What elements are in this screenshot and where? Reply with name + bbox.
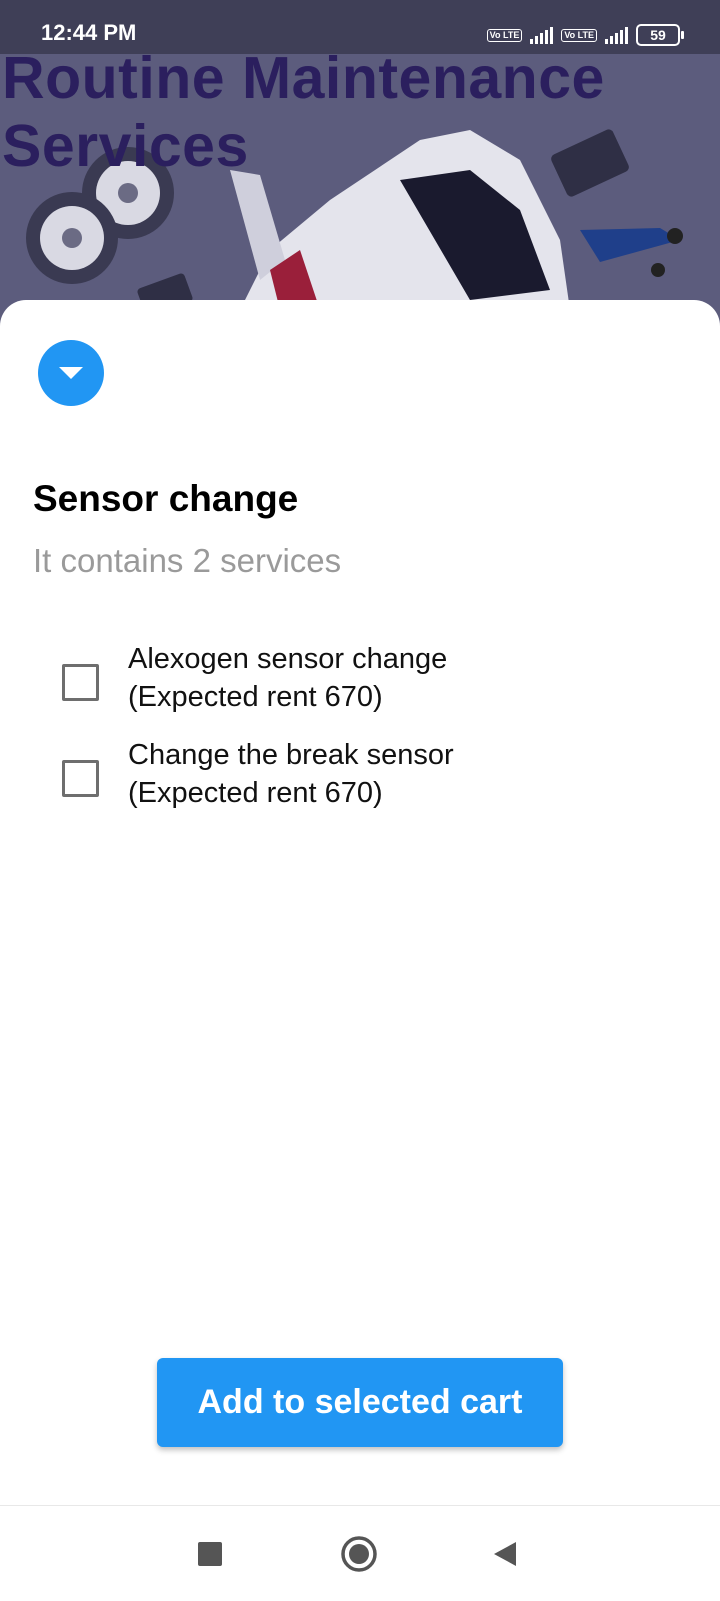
service-item[interactable]: Change the break sensor (Expected rent 6…	[60, 736, 660, 832]
recent-apps-button[interactable]	[165, 1506, 255, 1601]
triangle-back-icon	[494, 1541, 516, 1566]
add-to-cart-button[interactable]: Add to selected cart	[157, 1358, 563, 1447]
service-checkbox[interactable]	[62, 664, 99, 701]
bottom-sheet: Sensor change It contains 2 services Ale…	[0, 300, 720, 1505]
collapse-button[interactable]	[38, 340, 104, 406]
service-label: Alexogen sensor change (Expected rent 67…	[128, 640, 447, 716]
home-button[interactable]	[314, 1506, 404, 1601]
volte-icon: Vo LTE	[561, 28, 597, 42]
battery-icon: 59	[636, 24, 684, 46]
system-nav-bar	[0, 1505, 720, 1601]
service-price: (Expected rent 670)	[128, 777, 383, 809]
section-subtitle: It contains 2 services	[33, 542, 342, 579]
status-icons: Vo LTE Vo LTE 59	[486, 22, 684, 48]
back-button[interactable]	[460, 1506, 550, 1601]
service-item[interactable]: Alexogen sensor change (Expected rent 67…	[60, 640, 660, 736]
section-title: Sensor change	[33, 478, 299, 519]
service-name: Change the break sensor	[128, 739, 454, 771]
service-price: (Expected rent 670)	[128, 681, 383, 713]
signal-icon	[605, 26, 628, 44]
service-list: Alexogen sensor change (Expected rent 67…	[60, 640, 660, 832]
page-title: Routine Maintenance Services	[2, 45, 605, 179]
service-label: Change the break sensor (Expected rent 6…	[128, 736, 454, 812]
chevron-down-icon	[59, 367, 83, 379]
square-icon	[198, 1541, 222, 1566]
service-name: Alexogen sensor change	[128, 643, 448, 675]
signal-icon	[530, 26, 554, 44]
status-bar: 12:44 PM Vo LTE Vo LTE 59	[0, 0, 720, 54]
status-time: 12:44 PM	[41, 20, 137, 45]
circle-icon	[341, 1535, 377, 1572]
volte-icon: Vo LTE	[486, 28, 523, 42]
service-checkbox[interactable]	[62, 760, 99, 797]
